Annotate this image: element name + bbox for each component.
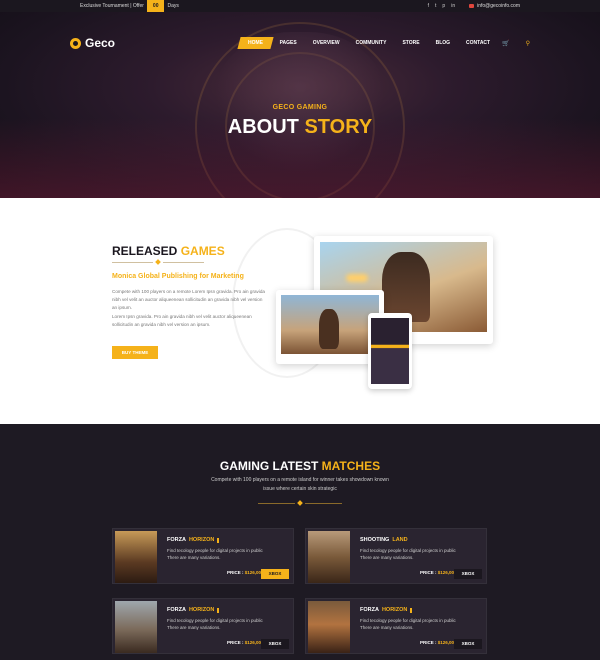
match-info: FORZA HORIZON Find tecology people for d… — [159, 599, 293, 653]
match-card[interactable]: FORZA HORIZON Find tecology people for d… — [112, 528, 294, 584]
top-bar: Exclusive Tournament | Offer 00 Days f t… — [0, 0, 600, 12]
facebook-icon[interactable]: f — [428, 3, 429, 9]
matches-title-accent: MATCHES — [321, 459, 381, 473]
match-thumbnail[interactable] — [308, 531, 350, 583]
match-thumbnail[interactable] — [115, 531, 157, 583]
released-subtitle: Monica Global Publishing for Marketing — [112, 273, 244, 280]
nav-home-label: HOME — [247, 40, 263, 46]
nav-overview[interactable]: OVERVIEW — [305, 37, 348, 49]
email-text: info@gecoinfo.com — [477, 3, 520, 9]
nav-blog[interactable]: BLOG — [428, 37, 458, 49]
hero-banner: Geco HOME PAGES OVERVIEW COMMUNITY STORE… — [0, 12, 600, 198]
match-description: Find tecology people for digital project… — [360, 618, 456, 630]
twitter-icon[interactable]: t — [435, 3, 436, 9]
nav-pages[interactable]: PAGES — [272, 37, 305, 49]
section-divider — [112, 259, 204, 265]
nav-community[interactable]: COMMUNITY — [348, 37, 395, 49]
logo-icon — [70, 37, 81, 49]
match-price: PRICE : $126,00 — [420, 640, 455, 645]
matches-title-main: GAMING LATEST — [219, 459, 319, 473]
main-header: Geco HOME PAGES OVERVIEW COMMUNITY STORE… — [70, 30, 530, 56]
match-description: Find tecology people for digital project… — [167, 618, 263, 630]
match-title-main: FORZA — [167, 537, 186, 543]
matches-description: Compete with 100 players on a remote isl… — [211, 477, 389, 492]
match-title-accent: LAND — [392, 537, 408, 543]
mail-icon — [469, 4, 475, 8]
nav-store[interactable]: STORE — [394, 37, 427, 49]
match-title[interactable]: FORZA HORIZON — [167, 537, 293, 543]
match-description: Find tecology people for digital project… — [360, 548, 456, 560]
title-bar-icon — [217, 607, 220, 613]
released-body: Compete with 100 players on a remote Lor… — [112, 288, 267, 329]
title-bar-icon — [217, 537, 220, 543]
logo-text: Geco — [85, 36, 116, 50]
latest-matches-section: GAMING LATEST MATCHES Compete with 100 p… — [0, 424, 600, 660]
platform-button[interactable]: XBOX — [261, 569, 289, 579]
released-title-accent: GAMES — [180, 244, 225, 258]
days-label: Days — [167, 3, 179, 9]
released-title-main: RELEASED — [112, 244, 178, 258]
match-title[interactable]: FORZA HORIZON — [167, 607, 293, 613]
hero-subtitle: GECO GAMING — [272, 104, 328, 111]
released-title: RELEASED GAMES — [112, 244, 225, 258]
email-link[interactable]: info@gecoinfo.com — [469, 3, 520, 9]
match-card[interactable]: FORZA HORIZON Find tecology people for d… — [112, 598, 294, 654]
match-title-main: FORZA — [360, 607, 379, 613]
site-logo[interactable]: Geco — [70, 36, 115, 50]
match-info: SHOOTING LAND Find tecology people for d… — [352, 529, 486, 583]
buy-theme-button[interactable]: BUY THEME — [112, 346, 158, 359]
match-card[interactable]: FORZA HORIZON Find tecology people for d… — [305, 598, 487, 654]
match-info: FORZA HORIZON Find tecology people for d… — [352, 599, 486, 653]
laptop-screenshot — [281, 295, 379, 354]
main-nav: HOME PAGES OVERVIEW COMMUNITY STORE BLOG… — [236, 37, 530, 49]
match-title-accent: HORIZON — [188, 607, 215, 613]
released-paragraph-1: Compete with 100 players on a remote Lor… — [112, 289, 265, 311]
cart-icon[interactable]: 🛒 — [502, 40, 509, 47]
nav-home[interactable]: HOME — [236, 37, 274, 49]
platform-button[interactable]: XBOX — [261, 639, 289, 649]
diamond-icon — [155, 259, 161, 265]
released-paragraph-2: Lorem Ipsn gravida. Pro ain gravida nibh… — [112, 313, 252, 327]
match-info: FORZA HORIZON Find tecology people for d… — [159, 529, 293, 583]
phone-mockup — [368, 313, 412, 389]
promo-text: Exclusive Tournament | Offer — [80, 3, 144, 9]
hero-title-main: ABOUT — [227, 116, 299, 138]
released-games-section: RELEASED GAMES Monica Global Publishing … — [0, 198, 600, 424]
days-count: 00 — [146, 0, 165, 12]
match-title[interactable]: FORZA HORIZON — [360, 607, 486, 613]
social-links: f t p in — [428, 3, 455, 9]
platform-button[interactable]: XBOX — [454, 569, 482, 579]
match-price: PRICE : $126,00 — [227, 640, 262, 645]
match-title-main: SHOOTING — [360, 537, 390, 543]
search-icon[interactable]: ⚲ — [526, 40, 530, 47]
nav-contact[interactable]: CONTACT — [458, 37, 498, 49]
pinterest-icon[interactable]: p — [442, 3, 445, 9]
diamond-icon — [297, 500, 303, 506]
promo: Exclusive Tournament | Offer 00 Days — [80, 0, 179, 12]
match-title[interactable]: SHOOTING LAND — [360, 537, 486, 543]
match-thumbnail[interactable] — [308, 601, 350, 653]
match-price: PRICE : $126,00 — [420, 570, 455, 575]
match-title-accent: HORIZON — [381, 607, 408, 613]
match-title-main: FORZA — [167, 607, 186, 613]
title-bar-icon — [410, 607, 413, 613]
match-card[interactable]: SHOOTING LAND Find tecology people for d… — [305, 528, 487, 584]
match-price: PRICE : $126,00 — [227, 570, 262, 575]
match-title-accent: HORIZON — [188, 537, 215, 543]
platform-button[interactable]: XBOX — [454, 639, 482, 649]
match-thumbnail[interactable] — [115, 601, 157, 653]
hero-title-accent: STORY — [304, 116, 373, 138]
match-description: Find tecology people for digital project… — [167, 548, 263, 560]
section-divider — [258, 500, 342, 506]
hero-title: ABOUT STORY — [0, 116, 600, 139]
phone-screenshot — [371, 318, 409, 384]
matches-title: GAMING LATEST MATCHES — [0, 459, 600, 473]
linkedin-icon[interactable]: in — [451, 3, 455, 9]
